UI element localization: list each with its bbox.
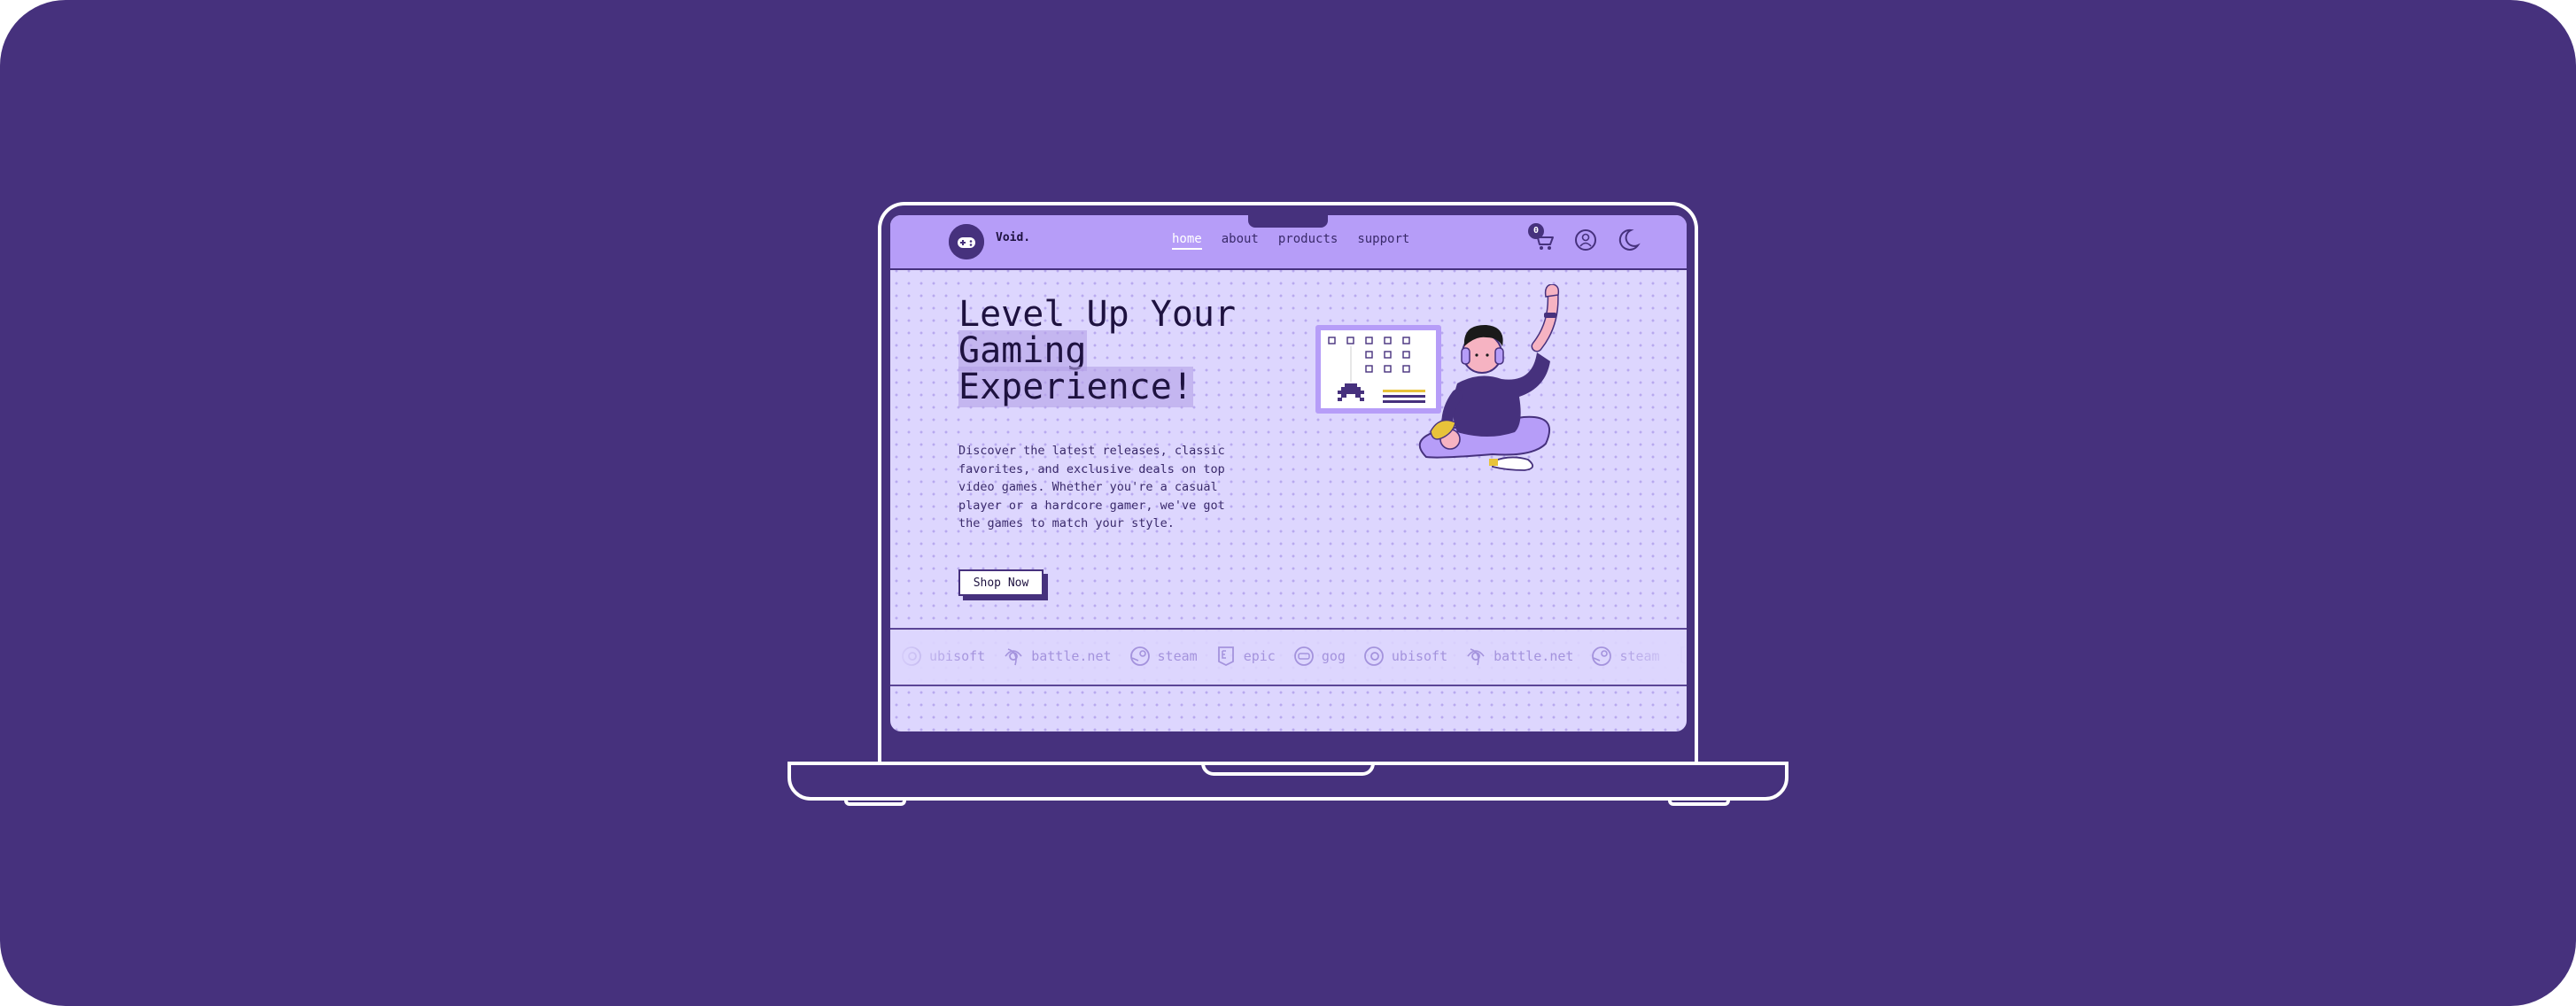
nav-link-home[interactable]: home: [1172, 232, 1202, 250]
laptop-foot-left: [844, 797, 906, 806]
battlenet-icon: [1005, 648, 1022, 666]
store-item[interactable]: gog: [1293, 646, 1346, 667]
store-label: battle.net: [1494, 648, 1574, 664]
hero-title-line-3: Experience!: [958, 367, 1193, 407]
theme-toggle-button[interactable]: [1615, 227, 1641, 253]
laptop-trackpad-groove: [1201, 762, 1375, 776]
user-icon: [1575, 229, 1596, 251]
hero-title: Level Up Your Gaming Experience!: [958, 294, 1277, 407]
store-item[interactable]: steam: [1129, 646, 1198, 667]
store-label: steam: [1157, 648, 1198, 664]
user-button[interactable]: [1572, 227, 1599, 253]
laptop-notch: [1248, 215, 1328, 228]
epic-icon: [1217, 646, 1234, 667]
marquee-fade-left: [890, 630, 970, 685]
nav-link-about[interactable]: about: [1222, 232, 1259, 250]
gog-icon: [1293, 646, 1314, 666]
logo-icon[interactable]: [949, 224, 984, 259]
ubisoft-icon: [1364, 646, 1384, 666]
store-label: gog: [1321, 648, 1346, 664]
store-label: epic: [1243, 648, 1276, 664]
battlenet-icon: [1467, 648, 1485, 666]
nav-link-support[interactable]: support: [1357, 232, 1409, 250]
hero-title-line-1: Level Up Your: [958, 294, 1237, 335]
store-item[interactable]: battle.net: [1003, 646, 1112, 667]
store-label: battle.net: [1031, 648, 1112, 664]
store-item[interactable]: battle.net: [1465, 646, 1573, 667]
store-marquee: ubisoft battle.net steam epic gog ubisof…: [890, 628, 1687, 686]
cart-button[interactable]: 0: [1528, 223, 1556, 253]
store-label: ubisoft: [1391, 648, 1448, 664]
hero-description: Discover the latest releases, classic fa…: [958, 444, 1225, 530]
hero-title-line-2: Gaming: [958, 330, 1087, 371]
laptop-foot-right: [1668, 797, 1730, 806]
moon-icon: [1618, 228, 1641, 251]
gamer-illustration: [1315, 284, 1560, 471]
website-screen: Void. home about products support 0 Leve…: [890, 215, 1687, 731]
nav-link-products[interactable]: products: [1278, 232, 1338, 250]
store-strip: ubisoft battle.net steam epic gog ubisof…: [901, 646, 1687, 667]
marquee-fade-right: [1607, 630, 1687, 685]
steam-icon: [1129, 646, 1150, 666]
cart-count-badge: 0: [1528, 223, 1544, 239]
store-item[interactable]: epic: [1215, 646, 1276, 667]
brand-name[interactable]: Void.: [996, 231, 1030, 244]
store-item[interactable]: ubisoft: [1363, 646, 1447, 667]
shop-now-button[interactable]: Shop Now: [958, 569, 1044, 596]
nav-links: home about products support: [1172, 232, 1409, 250]
